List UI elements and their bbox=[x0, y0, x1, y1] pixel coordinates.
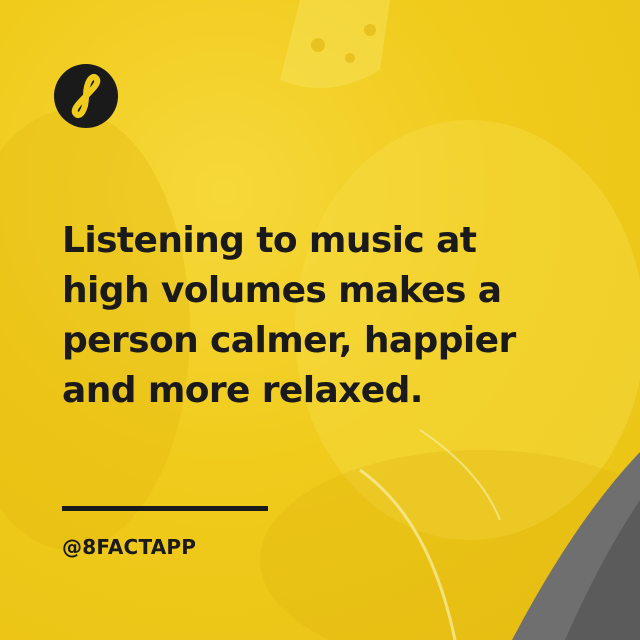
fact-headline: Listening to music at high volumes makes… bbox=[62, 216, 582, 416]
fact-line: and more relaxed. bbox=[62, 370, 423, 411]
photo-hat-dot bbox=[345, 53, 355, 63]
fact-card: Listening to music at high volumes makes… bbox=[0, 0, 640, 640]
brand-handle: @8FACTAPP bbox=[62, 535, 197, 559]
photo-hat-dot bbox=[364, 24, 376, 36]
fact-line: high volumes makes a bbox=[62, 270, 502, 311]
divider-line bbox=[62, 506, 268, 511]
fact-line: Listening to music at bbox=[62, 220, 477, 261]
photo-hat-dot bbox=[311, 38, 325, 52]
brand-logo bbox=[54, 64, 118, 128]
fact-line: person calmer, happier bbox=[62, 320, 516, 361]
photo-hat-shape bbox=[280, 0, 390, 88]
